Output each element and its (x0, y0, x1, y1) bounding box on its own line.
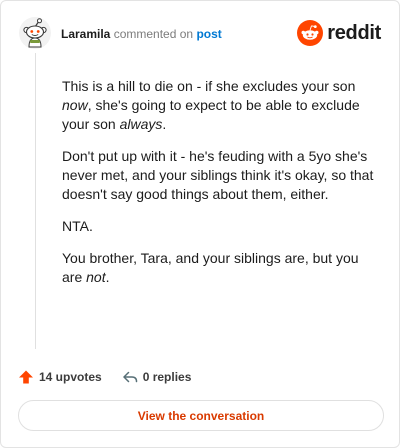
snoo-avatar-icon[interactable] (19, 17, 51, 49)
view-conversation-button[interactable]: View the conversation (18, 400, 384, 431)
comment-paragraph-2: Don't put up with it - he's feuding with… (62, 148, 374, 202)
thread-line (35, 53, 36, 349)
comment-body: This is a hill to die on - if she exclud… (62, 77, 382, 300)
comment-footer: 14 upvotes 0 replies (18, 367, 211, 387)
post-link[interactable]: post (196, 27, 221, 41)
reddit-brand[interactable]: reddit (297, 19, 381, 47)
action-text: commented on (113, 27, 194, 41)
username[interactable]: Laramila (61, 27, 110, 41)
brand-wordmark: reddit (327, 22, 381, 44)
comment-paragraph-3: NTA. (62, 218, 93, 234)
comment-paragraph-1: This is a hill to die on - if she exclud… (62, 78, 360, 132)
upvote-count: 14 upvotes (39, 370, 102, 384)
reply-count: 0 replies (142, 370, 192, 384)
reddit-logo-icon (297, 20, 324, 46)
upvote-stat[interactable]: 14 upvotes (18, 369, 102, 385)
upvote-arrow-icon (18, 369, 39, 385)
comment-meta: Laramila commented on post (61, 26, 222, 42)
comment-embed-card: Laramila commented on post reddit This i… (0, 0, 400, 448)
reply-arrow-icon (122, 369, 143, 385)
comment-header: Laramila commented on post reddit (19, 17, 383, 51)
reply-stat[interactable]: 0 replies (122, 369, 192, 385)
comment-paragraph-4: You brother, Tara, and your siblings are… (62, 250, 359, 285)
